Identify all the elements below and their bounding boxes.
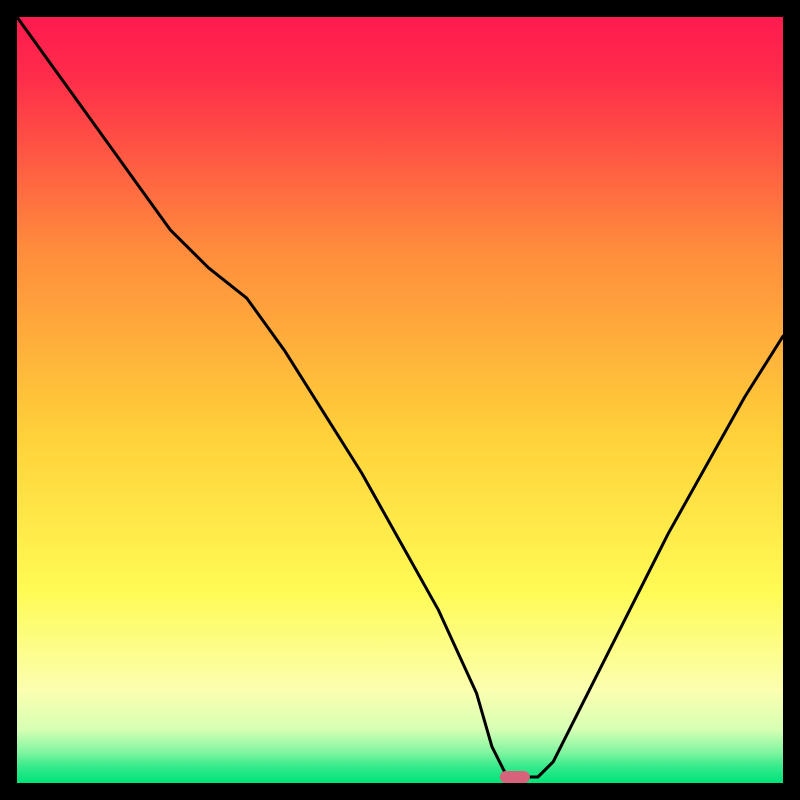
plot-area — [17, 17, 783, 783]
chart-frame: TheBottleneck.com — [17, 17, 783, 783]
optimal-marker — [500, 771, 530, 783]
gradient-background — [17, 17, 783, 783]
bottleneck-chart — [17, 17, 783, 783]
